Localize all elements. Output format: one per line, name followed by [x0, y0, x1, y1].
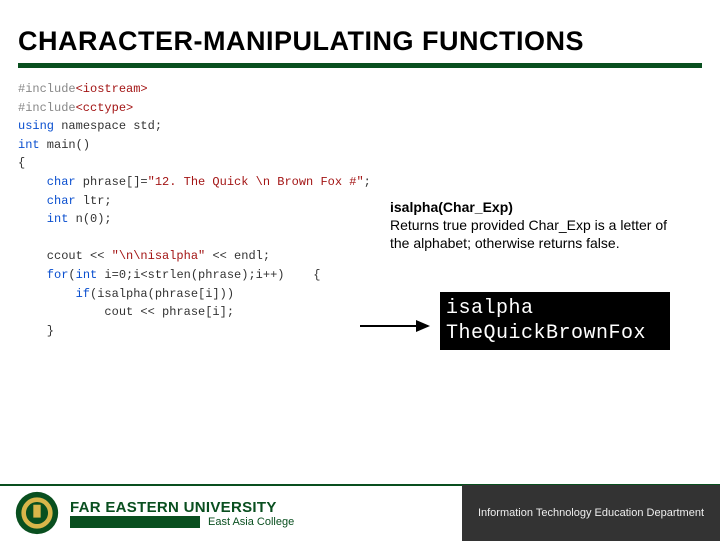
college-bar	[70, 516, 200, 528]
department-name: Information Technology Education Departm…	[462, 485, 720, 541]
code-token: int	[76, 268, 98, 282]
function-explanation: isalpha(Char_Exp) Returns true provided …	[390, 198, 690, 253]
code-token: i=0;i<strlen(phrase);i++) {	[97, 268, 320, 282]
code-token: n(0);	[68, 212, 111, 226]
code-token: char	[18, 175, 76, 189]
code-token: phrase[]=	[76, 175, 148, 189]
code-token: char	[18, 194, 76, 208]
code-token: main()	[40, 138, 90, 152]
university-block: FAR EASTERN UNIVERSITY East Asia College	[70, 499, 462, 528]
code-token: (	[68, 268, 75, 282]
code-token: for	[18, 268, 68, 282]
university-name: FAR EASTERN UNIVERSITY	[70, 499, 462, 516]
code-token: int	[18, 212, 68, 226]
console-output: isalpha TheQuickBrownFox	[440, 292, 670, 350]
code-token: ltr;	[76, 194, 112, 208]
footer: FAR EASTERN UNIVERSITY East Asia College…	[0, 484, 720, 540]
arrow-icon	[358, 316, 438, 336]
console-line: TheQuickBrownFox	[446, 322, 646, 345]
code-token: #include	[18, 101, 76, 115]
college-wrap: East Asia College	[70, 516, 462, 528]
university-seal-icon	[14, 490, 60, 536]
code-token: if	[18, 287, 90, 301]
code-token: using	[18, 119, 54, 133]
code-token: (isalpha(phrase[i]))	[90, 287, 234, 301]
title-rule	[18, 63, 702, 68]
code-token: <iostream>	[76, 82, 148, 96]
code-token: << endl;	[205, 249, 270, 263]
slide-title: CHARACTER-MANIPULATING FUNCTIONS	[0, 0, 720, 63]
code-token: #include	[18, 82, 76, 96]
code-token: }	[18, 324, 54, 338]
code-token: ccout <<	[18, 249, 112, 263]
console-line: isalpha	[446, 297, 534, 320]
function-description: Returns true provided Char_Exp is a lett…	[390, 217, 667, 251]
college-name: East Asia College	[208, 516, 294, 528]
content-area: #include<iostream> #include<cctype> usin…	[0, 76, 720, 340]
code-token: cout << phrase[i];	[18, 305, 234, 319]
code-token: int	[18, 138, 40, 152]
code-token: namespace std;	[54, 119, 162, 133]
code-token: "\n\nisalpha"	[112, 249, 206, 263]
code-token: "12. The Quick \n Brown Fox #"	[148, 175, 364, 189]
code-token: <cctype>	[76, 101, 134, 115]
function-signature: isalpha(Char_Exp)	[390, 199, 513, 215]
code-token: {	[18, 156, 25, 170]
code-token: ;	[364, 175, 371, 189]
